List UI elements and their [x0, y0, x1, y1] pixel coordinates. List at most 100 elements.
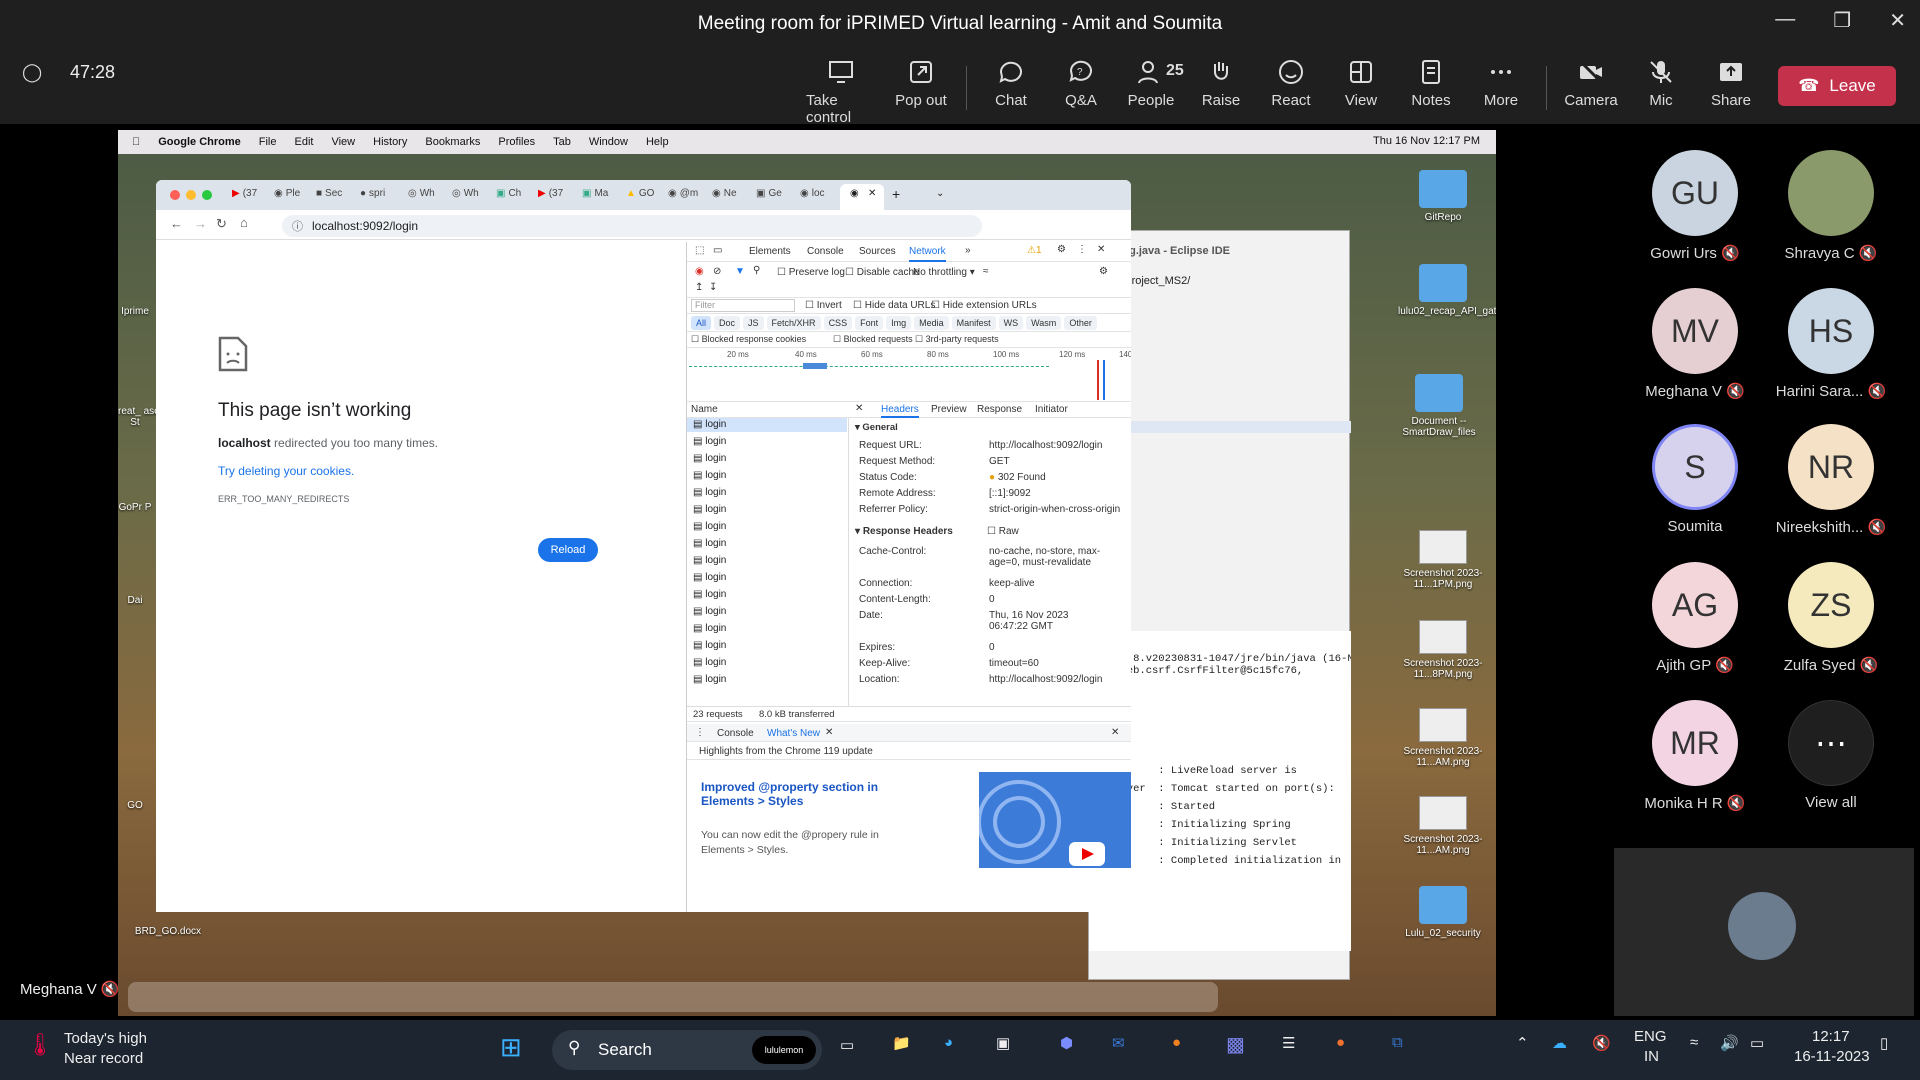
wifi-icon[interactable]: ≈ — [1690, 1034, 1698, 1051]
raw-checkbox[interactable]: ☐ Raw — [987, 526, 1019, 537]
network-settings-icon[interactable]: ⚙ — [1099, 266, 1108, 277]
list-item[interactable]: ▤ login — [693, 623, 726, 634]
participant-tile[interactable]: GU Gowri Urs 🔇 — [1630, 150, 1760, 262]
drawer-tab-whats-new[interactable]: What's New — [767, 728, 820, 739]
list-item[interactable]: ▤ login — [693, 470, 726, 481]
weather-subtitle[interactable]: Near record — [64, 1050, 143, 1067]
taskbar-date[interactable]: 16-11-2023 — [1794, 1048, 1870, 1065]
list-item[interactable]: ▤ login — [693, 555, 726, 566]
close-drawer-icon[interactable]: ✕ — [1111, 727, 1119, 738]
list-item[interactable]: ▤ login — [693, 657, 726, 668]
desktop-screenshot-icon[interactable]: Screenshot 2023-11...AM.png — [1398, 708, 1488, 768]
participant-tile[interactable]: AG Ajith GP 🔇 — [1630, 562, 1760, 674]
clear-icon[interactable]: ⊘ — [713, 266, 721, 277]
minimize-window-icon[interactable] — [186, 190, 196, 200]
tab-headers[interactable]: Headers — [881, 404, 919, 418]
list-item[interactable]: ▤ login — [693, 521, 726, 532]
desktop-screenshot-icon[interactable]: Screenshot 2023-11...1PM.png — [1398, 530, 1488, 590]
desktop-screenshot-icon[interactable]: Screenshot 2023-11...8PM.png — [1398, 620, 1488, 680]
search-input[interactable]: ⚲ Search lululemon — [552, 1030, 822, 1070]
tab-network[interactable]: Network — [909, 246, 946, 262]
type-filter[interactable]: CSS — [823, 316, 853, 330]
tab-console[interactable]: Console — [807, 246, 844, 257]
inspect-icon[interactable]: ⬚ — [695, 245, 704, 256]
device-toolbar-icon[interactable]: ▭ — [713, 245, 722, 256]
more-tabs-icon[interactable]: » — [965, 245, 971, 256]
pop-out-button[interactable]: Pop out — [886, 58, 956, 109]
battery-icon[interactable]: ▭ — [1750, 1034, 1764, 1052]
tab-sources[interactable]: Sources — [859, 246, 896, 257]
desktop-folder-icon[interactable]: GitRepo — [1398, 170, 1488, 223]
windows-start-icon[interactable]: ⊞ — [500, 1032, 522, 1063]
qa-button[interactable]: ? Q&A — [1046, 58, 1116, 109]
minimize-icon[interactable]: — — [1775, 8, 1795, 33]
chevron-down-icon[interactable]: ⌄ — [936, 188, 944, 199]
list-item[interactable]: ▤ login — [693, 640, 726, 651]
preserve-log-checkbox[interactable]: ☐ Preserve log — [777, 267, 845, 278]
video-thumbnail[interactable] — [979, 772, 1131, 868]
app-icon[interactable]: ● — [1172, 1034, 1181, 1051]
camera-button[interactable]: Camera — [1556, 58, 1626, 109]
maximize-window-icon[interactable] — [202, 190, 212, 200]
restore-icon[interactable]: ❐ — [1833, 8, 1851, 33]
address-bar[interactable]: ⓘ localhost:9092/login — [282, 215, 982, 237]
list-item[interactable]: ▤ login — [693, 606, 726, 617]
disable-cache-checkbox[interactable]: ☐ Disable cache — [845, 267, 920, 278]
hide-data-urls-checkbox[interactable]: ☐ Hide data URLs — [853, 300, 935, 311]
chrome-tab-active[interactable]: ◉ ✕ — [840, 184, 884, 210]
weather-icon[interactable]: 🌡 — [26, 1032, 54, 1058]
language-indicator[interactable]: ENG — [1634, 1028, 1667, 1045]
desktop-file-icon[interactable]: BRD_GO.docx — [118, 926, 218, 937]
edge-icon[interactable]: ◕ — [944, 1034, 953, 1051]
list-item[interactable]: ▤ login — [693, 453, 726, 464]
postman-icon[interactable]: ● — [1336, 1034, 1345, 1051]
chrome-tab[interactable]: ▶ (37 — [538, 188, 563, 199]
close-tab-icon[interactable]: ✕ — [825, 727, 833, 738]
share-button[interactable]: Share — [1696, 58, 1766, 109]
chat-button[interactable]: Chat — [976, 58, 1046, 109]
back-icon[interactable]: ← — [170, 216, 183, 231]
region-indicator[interactable]: IN — [1644, 1048, 1659, 1065]
chrome-tab[interactable]: ◎ Wh — [452, 188, 479, 199]
blocked-requests-checkbox[interactable]: ☐ Blocked requests — [833, 334, 913, 345]
new-tab-icon[interactable]: + — [892, 186, 900, 202]
type-filter[interactable]: Fetch/XHR — [766, 316, 821, 330]
type-filter[interactable]: Wasm — [1026, 316, 1062, 330]
desktop-icon[interactable]: GoPr P — [118, 502, 160, 513]
chrome-tab[interactable]: ◉ loc — [800, 188, 825, 199]
participant-tile[interactable]: NR Nireekshith... 🔇 — [1766, 424, 1896, 536]
settings-gear-icon[interactable]: ⚙ — [1057, 244, 1066, 255]
file-explorer-icon[interactable]: 📁 — [892, 1034, 911, 1052]
chrome-tab[interactable]: ▣ Ge — [756, 188, 782, 199]
type-filter[interactable]: Other — [1064, 316, 1097, 330]
desktop-icon[interactable]: GO — [118, 800, 160, 811]
list-item[interactable]: ▤ login — [693, 674, 726, 685]
apple-icon[interactable]:  — [132, 136, 140, 148]
take-control-button[interactable]: Take control — [806, 58, 876, 126]
import-icon[interactable]: ↥ — [695, 282, 703, 293]
desktop-screenshot-icon[interactable]: Screenshot 2023-11...AM.png — [1398, 796, 1488, 856]
tab-preview[interactable]: Preview — [931, 404, 967, 415]
third-party-checkbox[interactable]: ☐ 3rd-party requests — [915, 334, 999, 345]
invert-checkbox[interactable]: ☐ Invert — [805, 300, 842, 311]
tab-response[interactable]: Response — [977, 404, 1022, 415]
site-info-icon[interactable]: ⓘ — [292, 218, 303, 234]
tab-elements[interactable]: Elements — [749, 246, 791, 257]
list-item[interactable]: ▤ login — [693, 487, 726, 498]
close-window-icon[interactable] — [170, 190, 180, 200]
chrome-tab[interactable]: ● spri — [360, 188, 385, 199]
type-filter[interactable]: Img — [886, 316, 912, 330]
view-button[interactable]: View — [1326, 58, 1396, 109]
forward-icon[interactable]: → — [194, 216, 207, 231]
network-timeline[interactable]: 20 ms 40 ms 60 ms 80 ms 100 ms 120 ms 14… — [687, 348, 1131, 402]
app-icon[interactable]: ☰ — [1282, 1034, 1295, 1052]
mic-button[interactable]: Mic — [1626, 58, 1696, 109]
record-icon[interactable]: ◉ — [695, 266, 704, 277]
more-button[interactable]: More — [1466, 58, 1536, 109]
tab-initiator[interactable]: Initiator — [1035, 404, 1068, 415]
hide-extension-urls-checkbox[interactable]: ☐ Hide extension URLs — [931, 300, 1037, 311]
store-icon[interactable]: ▣ — [996, 1034, 1010, 1052]
close-icon[interactable]: ✕ — [1889, 8, 1906, 33]
filter-input[interactable]: Filter — [691, 299, 795, 312]
participant-tile[interactable]: MV Meghana V 🔇 — [1630, 288, 1760, 400]
